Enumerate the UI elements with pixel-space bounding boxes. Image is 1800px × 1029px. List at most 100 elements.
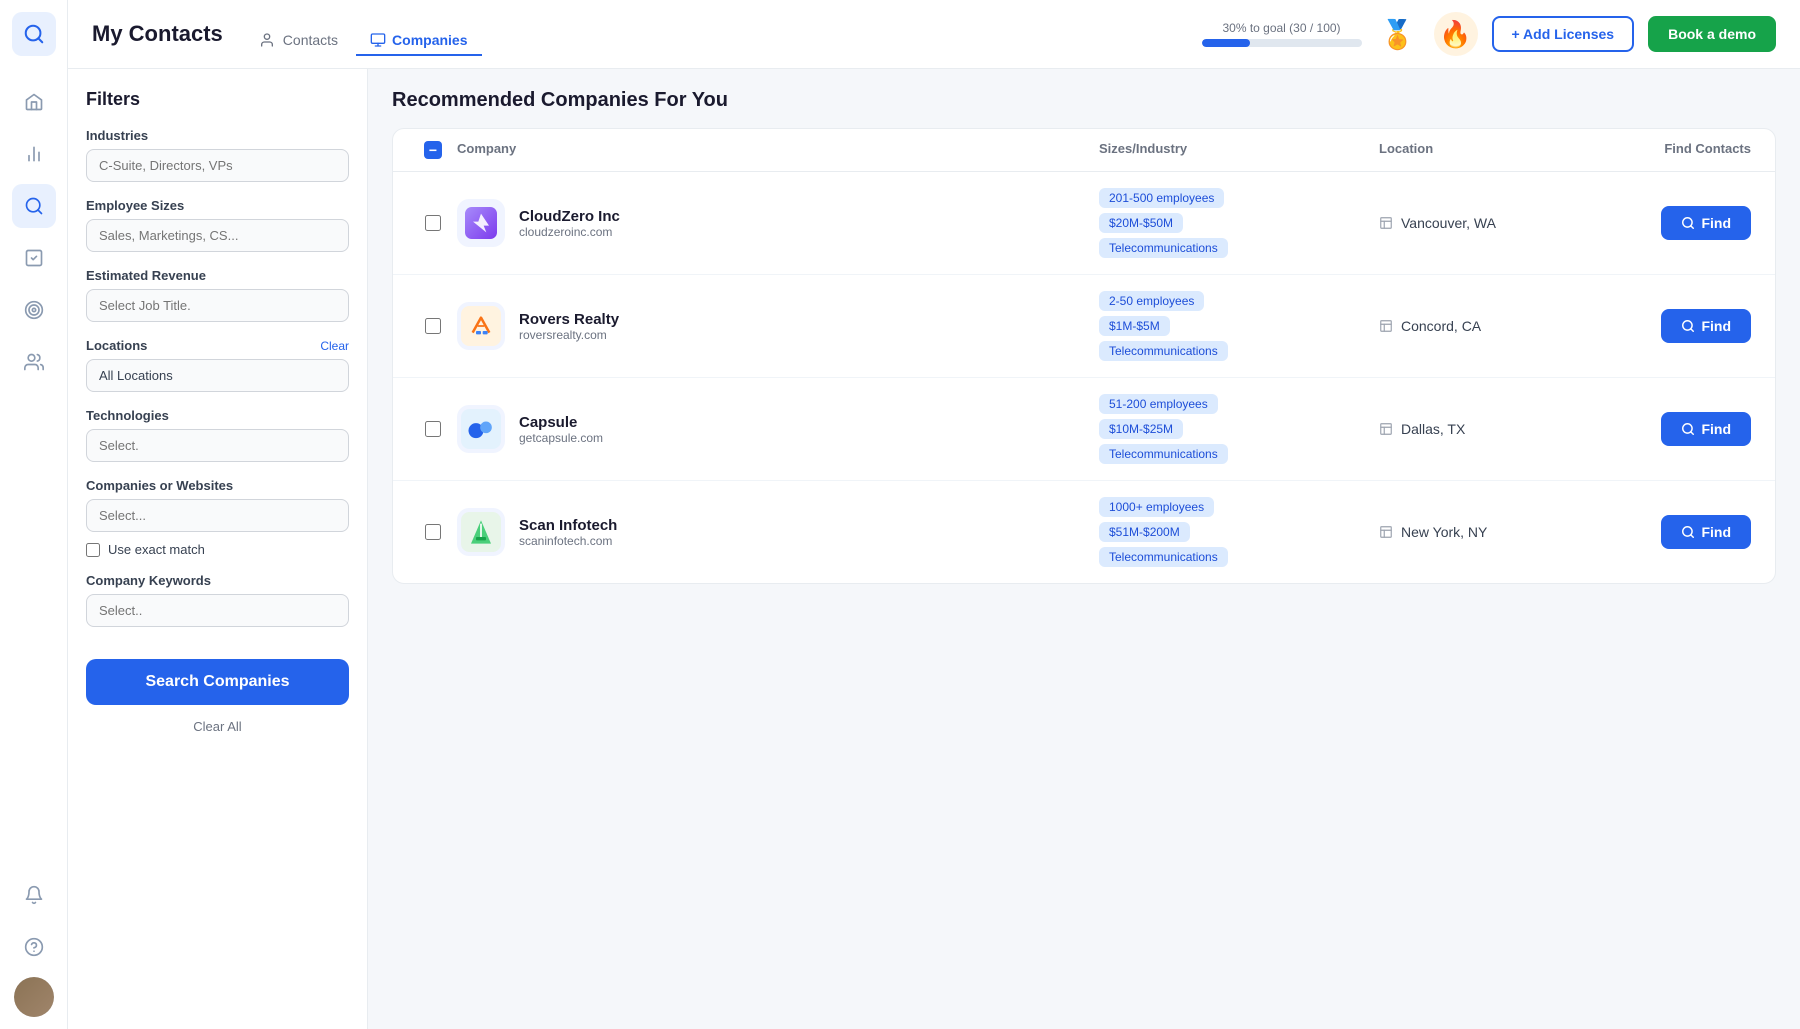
find-button-3[interactable]: Find	[1661, 515, 1751, 549]
page-title: My Contacts	[92, 21, 223, 47]
revenue-input[interactable]	[86, 289, 349, 322]
companies-websites-input[interactable]	[86, 499, 349, 532]
row-checkbox-1[interactable]	[425, 318, 441, 334]
company-tag: Telecommunications	[1099, 238, 1228, 258]
row-checkbox-cell[interactable]	[409, 318, 457, 334]
sidebar-icon-search-main[interactable]	[12, 184, 56, 228]
company-keywords-input[interactable]	[86, 594, 349, 627]
company-url: getcapsule.com	[519, 431, 603, 445]
filter-group-keywords: Company Keywords	[86, 573, 349, 627]
table-row: Rovers Realty roversrealty.com 2-50 empl…	[393, 275, 1775, 378]
location-text: New York, NY	[1401, 524, 1487, 540]
locations-clear-button[interactable]: Clear	[320, 339, 349, 353]
sidebar-icon-bell[interactable]	[12, 873, 56, 917]
filter-group-companies-websites: Companies or Websites Use exact match	[86, 478, 349, 557]
company-tag: $1M-$5M	[1099, 316, 1170, 336]
company-tag: 1000+ employees	[1099, 497, 1214, 517]
location-cell: Concord, CA	[1379, 318, 1599, 334]
row-checkbox-3[interactable]	[425, 524, 441, 540]
sidebar	[0, 0, 68, 1029]
industries-label: Industries	[86, 128, 349, 143]
filter-group-locations: Locations Clear	[86, 338, 349, 392]
company-info: Rovers Realty roversrealty.com	[519, 311, 619, 342]
filters-title: Filters	[86, 89, 349, 110]
sidebar-icon-chart[interactable]	[12, 132, 56, 176]
clear-all-button[interactable]: Clear All	[86, 715, 349, 738]
employee-sizes-input[interactable]	[86, 219, 349, 252]
locations-input[interactable]	[86, 359, 349, 392]
companies-websites-label: Companies or Websites	[86, 478, 349, 493]
company-tag: 201-500 employees	[1099, 188, 1224, 208]
company-cell: Rovers Realty roversrealty.com	[457, 302, 1099, 350]
tags-cell: 51-200 employees$10M-$25MTelecommunicati…	[1099, 394, 1379, 464]
filter-group-employee-sizes: Employee Sizes	[86, 198, 349, 252]
sidebar-icon-search[interactable]	[12, 12, 56, 56]
filter-group-industries: Industries	[86, 128, 349, 182]
company-cell: CloudZero Inc cloudzeroinc.com	[457, 199, 1099, 247]
sidebar-icon-help[interactable]	[12, 925, 56, 969]
row-checkbox-cell[interactable]	[409, 215, 457, 231]
technologies-input[interactable]	[86, 429, 349, 462]
sidebar-icon-home[interactable]	[12, 80, 56, 124]
progress-bar-fill	[1202, 39, 1250, 47]
company-info: CloudZero Inc cloudzeroinc.com	[519, 208, 620, 239]
goal-text: 30% to goal (30 / 100)	[1222, 21, 1340, 35]
company-url: cloudzeroinc.com	[519, 225, 620, 239]
sidebar-icon-checklist[interactable]	[12, 236, 56, 280]
find-button-0[interactable]: Find	[1661, 206, 1751, 240]
find-cell: Find	[1599, 206, 1759, 240]
find-button-2[interactable]: Find	[1661, 412, 1751, 446]
company-tag: Telecommunications	[1099, 341, 1228, 361]
company-name: CloudZero Inc	[519, 208, 620, 225]
row-checkbox-cell[interactable]	[409, 421, 457, 437]
tags-cell: 2-50 employees$1M-$5MTelecommunications	[1099, 291, 1379, 361]
companies-table: Company Sizes/Industry Location Find Con…	[392, 128, 1776, 584]
select-all-checkbox[interactable]	[424, 141, 442, 159]
search-icon	[1681, 525, 1695, 539]
header-checkbox-cell[interactable]	[409, 141, 457, 159]
sidebar-icon-target[interactable]	[12, 288, 56, 332]
exact-match-label[interactable]: Use exact match	[108, 542, 205, 557]
results-panel: Recommended Companies For You Company Si…	[368, 69, 1800, 1029]
location-text: Dallas, TX	[1401, 421, 1465, 437]
company-name: Rovers Realty	[519, 311, 619, 328]
tabs: Contacts Companies	[247, 26, 482, 43]
building-icon	[1379, 525, 1393, 539]
company-logo	[457, 405, 505, 453]
tab-companies[interactable]: Companies	[356, 26, 481, 56]
location-text: Concord, CA	[1401, 318, 1481, 334]
exact-match-checkbox[interactable]	[86, 543, 100, 557]
search-icon	[1681, 319, 1695, 333]
company-name: Capsule	[519, 414, 603, 431]
building-icon	[1379, 319, 1393, 333]
employee-sizes-label: Employee Sizes	[86, 198, 349, 213]
company-tag: $51M-$200M	[1099, 522, 1190, 542]
progress-bar	[1202, 39, 1362, 47]
company-tag: Telecommunications	[1099, 444, 1228, 464]
find-button-1[interactable]: Find	[1661, 309, 1751, 343]
company-logo	[457, 302, 505, 350]
row-checkbox-cell[interactable]	[409, 524, 457, 540]
tags-cell: 1000+ employees$51M-$200MTelecommunicati…	[1099, 497, 1379, 567]
tags-cell: 201-500 employees$20M-$50MTelecommunicat…	[1099, 188, 1379, 258]
book-demo-button[interactable]: Book a demo	[1648, 16, 1776, 52]
header-right: 30% to goal (30 / 100) 🏅 🔥 + Add License…	[1202, 12, 1776, 56]
tab-contacts[interactable]: Contacts	[247, 26, 352, 56]
company-info: Scan Infotech scaninfotech.com	[519, 517, 617, 548]
search-icon	[1681, 422, 1695, 436]
location-cell: Dallas, TX	[1379, 421, 1599, 437]
user-avatar[interactable]	[14, 977, 54, 1017]
add-licenses-button[interactable]: + Add Licenses	[1492, 16, 1635, 52]
location-cell: Vancouver, WA	[1379, 215, 1599, 231]
technologies-label: Technologies	[86, 408, 349, 423]
sidebar-icon-people[interactable]	[12, 340, 56, 384]
column-location: Location	[1379, 141, 1599, 159]
row-checkbox-2[interactable]	[425, 421, 441, 437]
company-url: scaninfotech.com	[519, 534, 617, 548]
row-checkbox-0[interactable]	[425, 215, 441, 231]
goal-section: 30% to goal (30 / 100)	[1202, 21, 1362, 47]
locations-label: Locations Clear	[86, 338, 349, 353]
find-cell: Find	[1599, 309, 1759, 343]
search-companies-button[interactable]: Search Companies	[86, 659, 349, 705]
industries-input[interactable]	[86, 149, 349, 182]
